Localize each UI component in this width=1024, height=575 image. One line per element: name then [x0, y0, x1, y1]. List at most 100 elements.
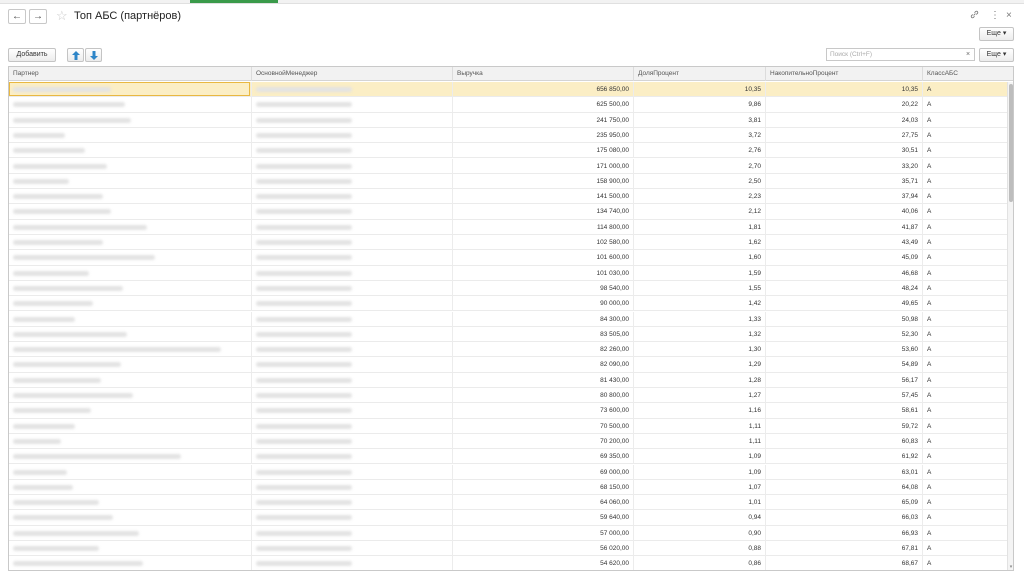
- cell-cumulative[interactable]: 49,65: [766, 296, 923, 312]
- cell-manager[interactable]: [252, 433, 453, 449]
- cell-share[interactable]: 10,35: [634, 82, 766, 97]
- cell-share[interactable]: 1,09: [634, 449, 766, 465]
- cell-revenue[interactable]: 102 580,00: [453, 235, 634, 250]
- cell-partner[interactable]: [9, 556, 252, 570]
- cell-class[interactable]: A: [923, 403, 1007, 418]
- cell-manager[interactable]: [252, 464, 453, 480]
- cell-manager[interactable]: [252, 265, 453, 281]
- cell-revenue[interactable]: 235 950,00: [453, 127, 634, 143]
- forward-button[interactable]: →: [29, 9, 47, 24]
- cell-revenue[interactable]: 73 600,00: [453, 403, 634, 419]
- cell-manager[interactable]: [252, 495, 453, 511]
- cell-partner[interactable]: [9, 449, 252, 465]
- column-header-cumulative[interactable]: НакопительноПроцент: [766, 67, 923, 81]
- cell-partner[interactable]: [9, 464, 252, 480]
- cell-share[interactable]: 1,07: [634, 479, 766, 495]
- cell-revenue[interactable]: 101 030,00: [453, 265, 634, 281]
- cell-revenue[interactable]: 69 000,00: [453, 464, 634, 480]
- cell-revenue[interactable]: 70 500,00: [453, 418, 634, 434]
- cell-revenue[interactable]: 625 500,00: [453, 97, 634, 113]
- table-row[interactable]: 64 060,00 1,01 65,09 A: [9, 495, 1007, 511]
- cell-cumulative[interactable]: 64,08: [766, 479, 923, 495]
- cell-partner[interactable]: [9, 112, 252, 128]
- cell-revenue[interactable]: 141 500,00: [453, 189, 634, 205]
- cell-revenue[interactable]: 70 200,00: [453, 433, 634, 449]
- cell-share[interactable]: 1,01: [634, 495, 766, 511]
- cell-class[interactable]: A: [923, 526, 1007, 541]
- table-row[interactable]: 656 850,00 10,35 10,35 A: [9, 82, 1007, 98]
- cell-manager[interactable]: [252, 204, 453, 220]
- more-top-button[interactable]: Еще ▾: [979, 27, 1014, 41]
- column-header-revenue[interactable]: Выручка: [453, 67, 634, 81]
- cell-share[interactable]: 0,94: [634, 510, 766, 526]
- cell-revenue[interactable]: 80 800,00: [453, 388, 634, 403]
- table-row[interactable]: 134 740,00 2,12 40,06 A: [9, 204, 1007, 220]
- cell-partner[interactable]: [9, 403, 252, 419]
- cell-partner[interactable]: [9, 372, 252, 388]
- cell-cumulative[interactable]: 30,51: [766, 143, 923, 159]
- cell-class[interactable]: A: [923, 510, 1007, 525]
- cell-share[interactable]: 1,42: [634, 296, 766, 312]
- cell-partner[interactable]: [9, 342, 252, 358]
- cell-revenue[interactable]: 83 505,00: [453, 326, 634, 342]
- active-window-tab[interactable]: [190, 0, 278, 3]
- cell-manager[interactable]: [252, 82, 453, 97]
- column-header-manager[interactable]: ОсновнойМенеджер: [252, 67, 453, 81]
- cell-partner[interactable]: [9, 143, 252, 159]
- cell-share[interactable]: 1,33: [634, 311, 766, 327]
- more-button[interactable]: Еще ▾: [979, 48, 1014, 62]
- cell-share[interactable]: 0,88: [634, 541, 766, 556]
- cell-cumulative[interactable]: 53,60: [766, 342, 923, 358]
- cell-manager[interactable]: [252, 326, 453, 342]
- cell-share[interactable]: 1,11: [634, 418, 766, 434]
- cell-cumulative[interactable]: 57,45: [766, 388, 923, 403]
- cell-manager[interactable]: [252, 388, 453, 403]
- cell-class[interactable]: A: [923, 296, 1007, 311]
- cell-partner[interactable]: [9, 326, 252, 342]
- table-row[interactable]: 171 000,00 2,70 33,20 A: [9, 158, 1007, 174]
- cell-partner[interactable]: [9, 127, 252, 143]
- cell-revenue[interactable]: 64 060,00: [453, 495, 634, 511]
- table-row[interactable]: 56 020,00 0,88 67,81 A: [9, 541, 1007, 557]
- link-icon[interactable]: [970, 10, 979, 23]
- search-clear-button[interactable]: ×: [962, 48, 975, 61]
- cell-cumulative[interactable]: 48,24: [766, 280, 923, 296]
- cell-revenue[interactable]: 114 800,00: [453, 219, 634, 235]
- cell-share[interactable]: 1,09: [634, 464, 766, 480]
- table-row[interactable]: 59 640,00 0,94 66,03 A: [9, 510, 1007, 526]
- cell-class[interactable]: A: [923, 204, 1007, 219]
- cell-revenue[interactable]: 241 750,00: [453, 112, 634, 128]
- cell-cumulative[interactable]: 61,92: [766, 449, 923, 465]
- cell-class[interactable]: A: [923, 266, 1007, 281]
- cell-partner[interactable]: [9, 219, 252, 235]
- cell-revenue[interactable]: 171 000,00: [453, 158, 634, 174]
- cell-cumulative[interactable]: 60,83: [766, 433, 923, 449]
- cell-manager[interactable]: [252, 372, 453, 388]
- table-row[interactable]: 241 750,00 3,81 24,03 A: [9, 112, 1007, 128]
- cell-class[interactable]: A: [923, 327, 1007, 342]
- cell-manager[interactable]: [252, 97, 453, 113]
- cell-share[interactable]: 2,12: [634, 204, 766, 220]
- cell-revenue[interactable]: 81 430,00: [453, 372, 634, 388]
- cell-cumulative[interactable]: 63,01: [766, 464, 923, 480]
- cell-share[interactable]: 1,11: [634, 433, 766, 449]
- cell-partner[interactable]: [9, 479, 252, 495]
- cell-revenue[interactable]: 57 000,00: [453, 525, 634, 541]
- cell-share[interactable]: 1,27: [634, 388, 766, 403]
- search-input[interactable]: Поиск (Ctrl+F): [826, 48, 964, 61]
- cell-class[interactable]: A: [923, 174, 1007, 189]
- cell-partner[interactable]: [9, 250, 252, 266]
- table-row[interactable]: 82 260,00 1,30 53,60 A: [9, 342, 1007, 358]
- cell-revenue[interactable]: 101 600,00: [453, 250, 634, 266]
- cell-share[interactable]: 1,29: [634, 357, 766, 373]
- cell-class[interactable]: A: [923, 495, 1007, 510]
- cell-share[interactable]: 2,70: [634, 158, 766, 174]
- table-row[interactable]: 114 800,00 1,81 41,87 A: [9, 219, 1007, 235]
- vertical-scrollbar[interactable]: ▾: [1007, 82, 1013, 570]
- cell-share[interactable]: 1,81: [634, 219, 766, 235]
- cell-partner[interactable]: [9, 311, 252, 327]
- cell-manager[interactable]: [252, 280, 453, 296]
- table-row[interactable]: 158 900,00 2,50 35,71 A: [9, 173, 1007, 190]
- cell-share[interactable]: 1,32: [634, 326, 766, 342]
- cell-revenue[interactable]: 69 350,00: [453, 449, 634, 465]
